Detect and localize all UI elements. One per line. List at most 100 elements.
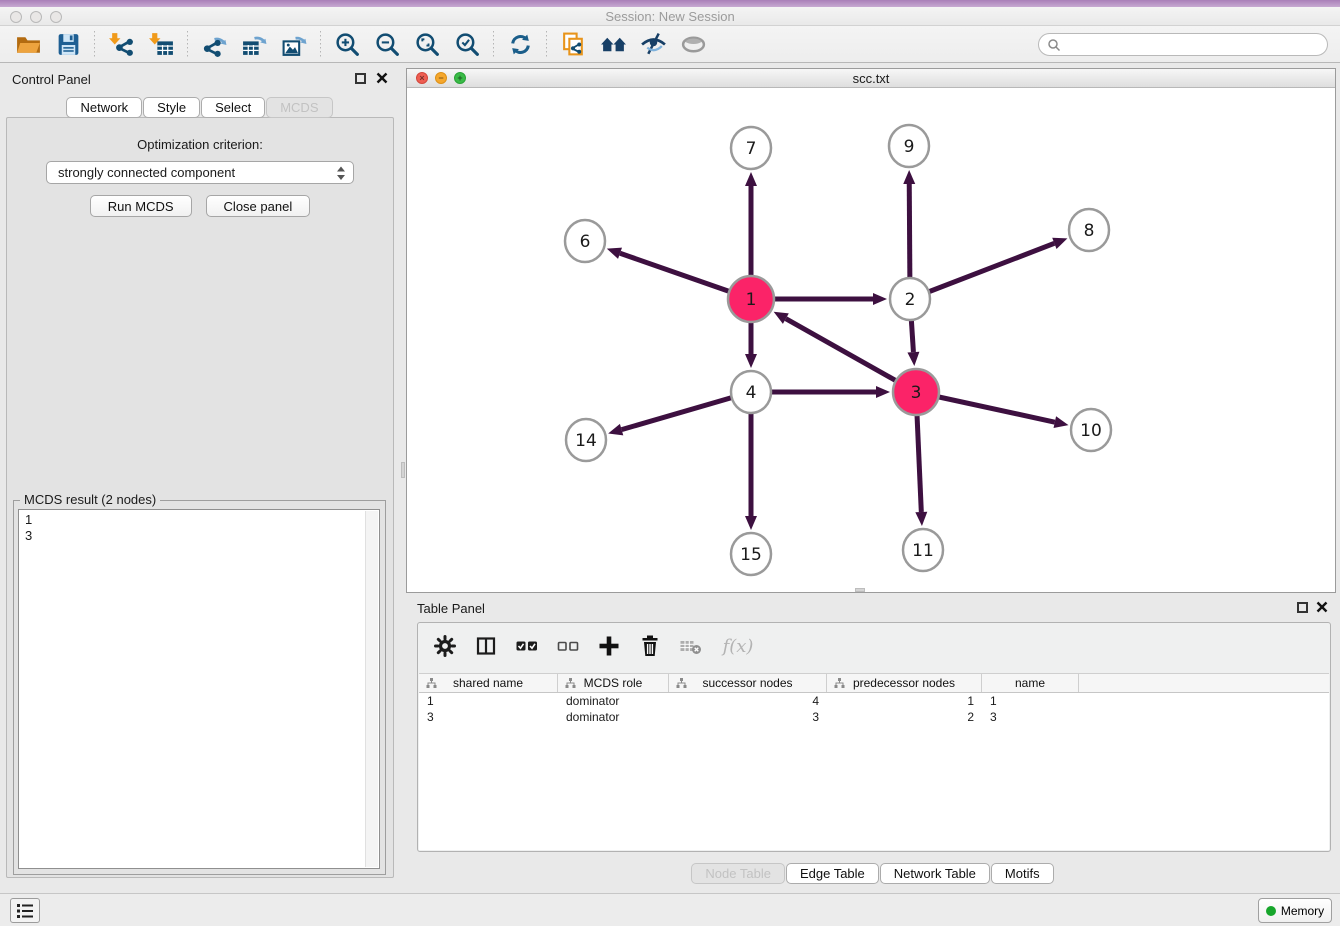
cell-name: 3 — [982, 709, 1079, 725]
splitpane-handle-horizontal[interactable] — [855, 588, 865, 592]
tab-node-table[interactable]: Node Table — [691, 863, 785, 884]
export-image-button[interactable] — [279, 29, 309, 59]
node-table: shared name MCDS role — [419, 673, 1329, 850]
export-table-button[interactable] — [239, 29, 269, 59]
table-toolbar: f(x) — [418, 623, 756, 669]
column-header-mcds-role[interactable]: MCDS role — [558, 674, 669, 692]
float-panel-icon[interactable] — [355, 73, 366, 84]
result-scrollbar[interactable] — [365, 511, 378, 867]
delete-table-button[interactable] — [679, 634, 703, 658]
network-view-window: × − + scc.txt 1234678910111415 — [406, 68, 1336, 593]
graph-arrowhead-2-8 — [1052, 238, 1067, 249]
graph-node-label-14: 14 — [575, 431, 597, 451]
table-panel-title: Table Panel — [417, 601, 485, 616]
hierarchy-icon — [565, 678, 576, 689]
cell-predecessor-nodes: 1 — [827, 693, 982, 709]
column-label: predecessor nodes — [853, 676, 955, 690]
desktop-strip — [0, 0, 1340, 7]
graph-node-label-11: 11 — [912, 541, 934, 561]
run-mcds-button[interactable]: Run MCDS — [90, 195, 192, 217]
delete-column-button[interactable] — [638, 634, 662, 658]
zoom-selected-icon — [454, 31, 481, 58]
eye-slash-button[interactable] — [638, 29, 668, 59]
network-canvas[interactable]: 1234678910111415 — [407, 88, 1335, 592]
cell-successor-nodes: 3 — [669, 709, 827, 725]
column-header-predecessor-nodes[interactable]: predecessor nodes — [827, 674, 982, 692]
memory-button[interactable]: Memory — [1258, 898, 1332, 923]
column-header-successor-nodes[interactable]: successor nodes — [669, 674, 827, 692]
tab-mcds[interactable]: MCDS — [266, 97, 332, 118]
graph-node-label-4: 4 — [746, 383, 757, 403]
control-panel: Control Panel Network Style Select MCDS … — [0, 63, 400, 893]
refresh-icon — [507, 31, 534, 58]
mcds-result-textarea[interactable]: 1 3 — [18, 509, 380, 869]
houses-icon — [600, 31, 627, 58]
zoom-selected-button[interactable] — [452, 29, 482, 59]
tab-select[interactable]: Select — [201, 97, 265, 118]
memory-status-dot — [1266, 906, 1276, 916]
network-window-titlebar[interactable]: × − + scc.txt — [407, 69, 1335, 88]
toolbar-separator — [320, 31, 321, 57]
tab-edge-table[interactable]: Edge Table — [786, 863, 879, 884]
select-all-columns-button[interactable] — [515, 634, 539, 658]
toggle-column-view-button[interactable] — [474, 634, 498, 658]
deselect-all-columns-button[interactable] — [556, 634, 580, 658]
tab-network[interactable]: Network — [66, 97, 142, 118]
tab-network-table[interactable]: Network Table — [880, 863, 990, 884]
column-header-name[interactable]: name — [982, 674, 1079, 692]
open-session-button[interactable] — [13, 29, 43, 59]
table-panel: Table Panel — [406, 595, 1340, 893]
app-title: Session: New Session — [0, 9, 1340, 24]
optimization-criterion-label: Optimization criterion: — [7, 137, 393, 152]
close-panel-icon[interactable] — [376, 72, 388, 84]
column-label: successor nodes — [702, 676, 792, 690]
search-field — [1038, 33, 1328, 56]
checked-boxes-icon — [515, 635, 539, 657]
table-row[interactable]: 3 dominator 3 2 3 — [419, 709, 1329, 725]
table-row[interactable]: 1 dominator 4 1 1 — [419, 693, 1329, 709]
save-icon — [55, 31, 82, 58]
close-x-icon — [1316, 601, 1328, 613]
save-session-button[interactable] — [53, 29, 83, 59]
network-window-title: scc.txt — [407, 71, 1335, 86]
zoom-in-button[interactable] — [332, 29, 362, 59]
task-history-button[interactable] — [10, 898, 40, 923]
close-panel-button[interactable]: Close panel — [206, 195, 311, 217]
graph-arrowhead-1-4 — [745, 354, 757, 368]
search-input[interactable] — [1061, 37, 1311, 52]
column-header-shared-name[interactable]: shared name — [419, 674, 558, 692]
float-table-panel-icon[interactable] — [1297, 602, 1308, 613]
plus-icon — [597, 634, 621, 658]
function-icon: f(x) — [723, 636, 754, 657]
graph-node-label-10: 10 — [1080, 421, 1102, 441]
refresh-button[interactable] — [505, 29, 535, 59]
duplicate-network-button[interactable] — [558, 29, 588, 59]
node-table-container: f(x) shared name — [417, 622, 1331, 852]
export-network-button[interactable] — [199, 29, 229, 59]
table-settings-button[interactable] — [433, 634, 457, 658]
graph-node-label-2: 2 — [905, 290, 916, 310]
import-network-button[interactable] — [106, 29, 136, 59]
eye-button[interactable] — [678, 29, 708, 59]
graph-edge-2-8[interactable] — [910, 243, 1054, 299]
cell-predecessor-nodes: 2 — [827, 709, 982, 725]
function-builder-button[interactable]: f(x) — [720, 634, 756, 658]
graph-arrowhead-3-10 — [1054, 416, 1069, 428]
optimization-criterion-select[interactable]: strongly connected component — [46, 161, 354, 184]
close-x-icon — [376, 72, 388, 84]
zoom-fit-button[interactable] — [412, 29, 442, 59]
unchecked-boxes-icon — [556, 635, 580, 657]
tab-style[interactable]: Style — [143, 97, 200, 118]
import-table-button[interactable] — [146, 29, 176, 59]
zoom-out-button[interactable] — [372, 29, 402, 59]
app-titlebar: Session: New Session — [0, 7, 1340, 26]
splitpane-handle-vertical[interactable] — [401, 462, 405, 478]
houses-button[interactable] — [598, 29, 628, 59]
close-table-panel-icon[interactable] — [1316, 601, 1328, 613]
hierarchy-icon — [834, 678, 845, 689]
tab-motifs[interactable]: Motifs — [991, 863, 1054, 884]
status-bar: Memory — [0, 893, 1340, 926]
mcds-result-group: MCDS result (2 nodes) 1 3 — [13, 500, 386, 875]
create-column-button[interactable] — [597, 634, 621, 658]
export-table-icon — [241, 31, 268, 58]
